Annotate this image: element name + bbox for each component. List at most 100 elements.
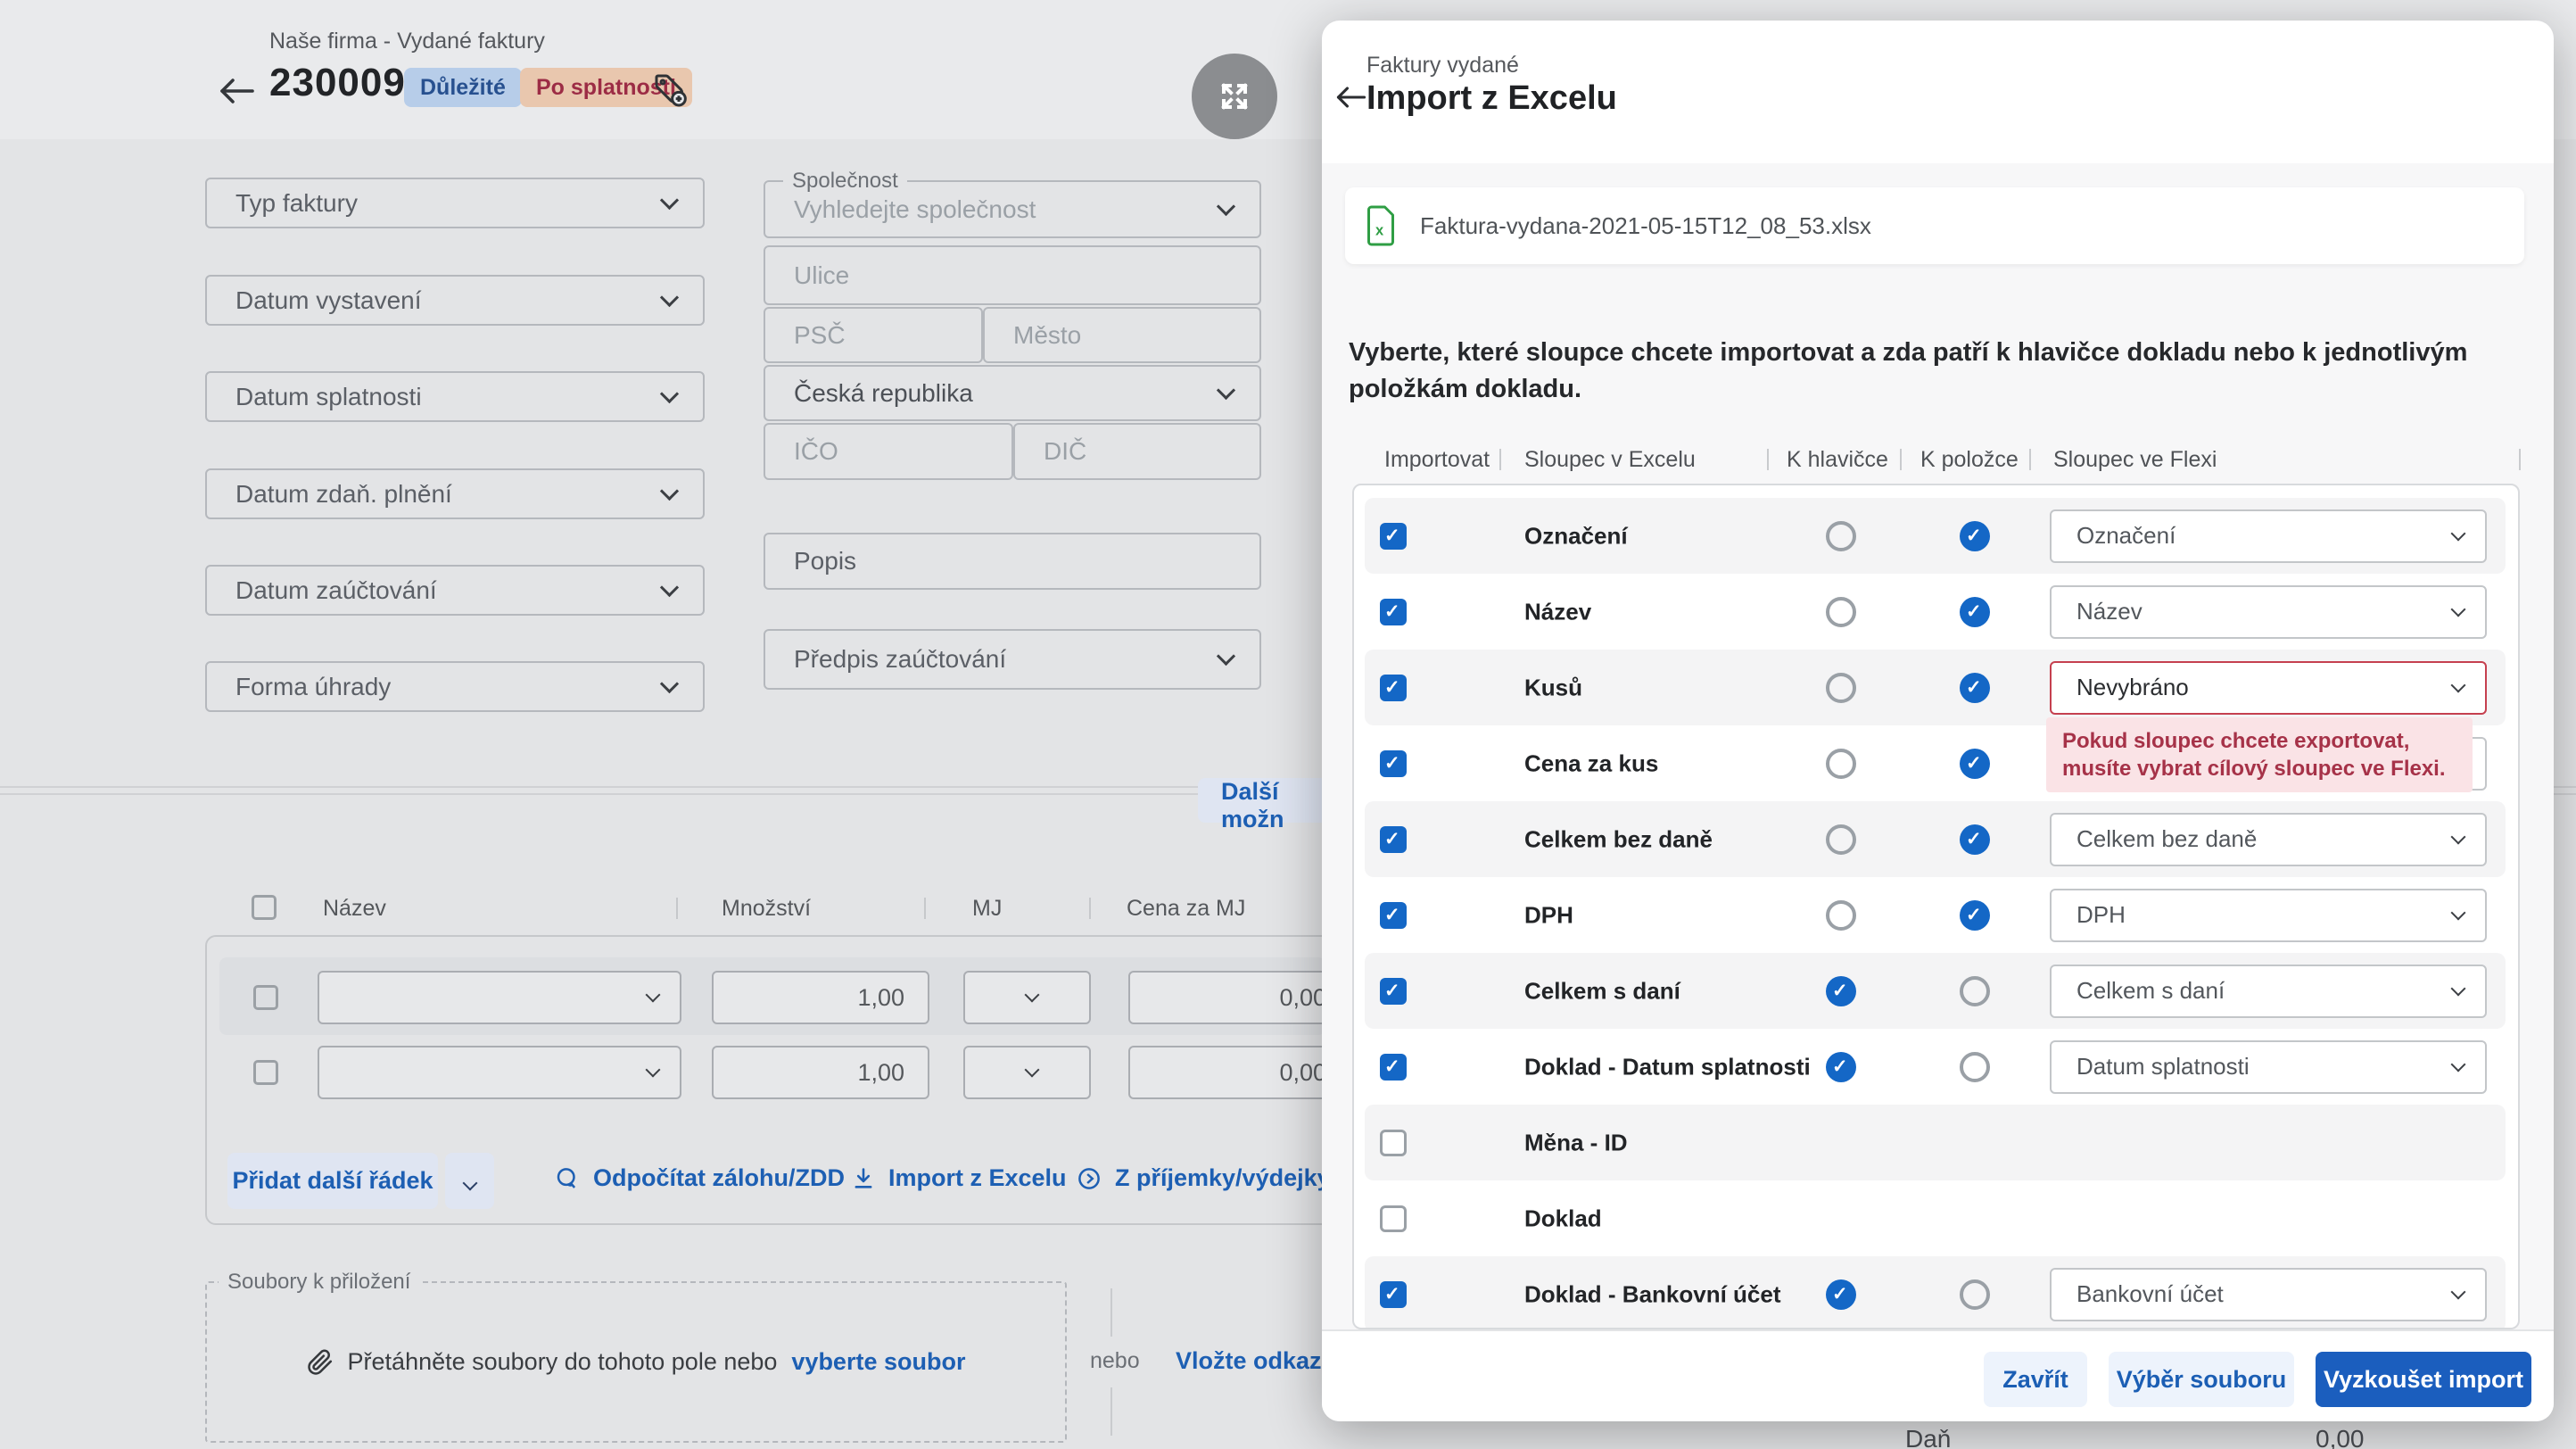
posting-rule-select[interactable]: Předpis zaúčtování [764, 629, 1261, 690]
to-item-radio[interactable] [1960, 1279, 1990, 1310]
import-checkbox[interactable] [1380, 1205, 1407, 1232]
modal-breadcrumb: Faktury vydané [1366, 53, 1519, 78]
to-item-radio[interactable] [1960, 824, 1990, 855]
chevron-down-icon [2450, 1056, 2466, 1072]
select-tax-date[interactable]: Datum zdaň. plnění [205, 468, 705, 519]
excel-column-label: Doklad - Datum splatnosti [1524, 1053, 1811, 1080]
to-header-radio[interactable] [1826, 748, 1856, 779]
mapping-row-datum-splatnosti: Doklad - Datum splatnosti Datum splatnos… [1365, 1029, 2506, 1105]
expand-icon [1213, 75, 1256, 118]
flexi-column-select[interactable]: Datum splatnosti [2050, 1039, 2487, 1094]
choose-file-button[interactable]: Výběr souboru [2109, 1352, 2294, 1407]
try-import-button[interactable]: Vyzkoušet import [2316, 1352, 2531, 1407]
import-checkbox[interactable] [1380, 1129, 1407, 1156]
to-item-radio[interactable] [1960, 975, 1990, 1006]
dic-input[interactable]: DIČ [1013, 423, 1261, 480]
flexi-column-select[interactable]: Celkem s daní [2050, 964, 2487, 1018]
column-mapping-table: Označení Označení Název Název [1352, 484, 2520, 1329]
item-quantity-input[interactable]: 1,00 [712, 971, 929, 1024]
to-header-radio[interactable] [1826, 520, 1856, 551]
select-label: Typ faktury [235, 188, 358, 217]
country-select[interactable]: Česká republika [764, 365, 1261, 421]
to-item-radio[interactable] [1960, 596, 1990, 627]
city-input[interactable]: Město [983, 307, 1261, 363]
close-button[interactable]: Zavřít [1984, 1352, 2087, 1407]
chevron-down-icon [659, 674, 680, 693]
import-checkbox[interactable] [1380, 749, 1407, 777]
item-row-checkbox[interactable] [253, 985, 278, 1010]
to-header-radio[interactable] [1826, 596, 1856, 627]
to-item-radio[interactable] [1960, 1051, 1990, 1082]
excel-column-label: Celkem bez daně [1524, 825, 1713, 852]
import-checkbox[interactable] [1380, 977, 1407, 1005]
from-receipt-link[interactable]: Z příjemky/výdejky [1076, 1164, 1331, 1192]
choose-file-link[interactable]: vyberte soubor [791, 1348, 965, 1376]
item-unit-select[interactable] [963, 971, 1091, 1024]
select-all-items-checkbox[interactable] [252, 895, 277, 920]
flexi-column-select[interactable]: Celkem bez daně [2050, 812, 2487, 866]
imp-col-excel: Sloupec v Excelu [1524, 447, 1696, 472]
flexi-column-select[interactable]: DPH [2050, 888, 2487, 942]
import-checkbox[interactable] [1380, 522, 1407, 550]
import-checkbox[interactable] [1380, 825, 1407, 853]
import-checkbox[interactable] [1380, 598, 1407, 625]
flexi-column-select[interactable]: Bankovní účet [2050, 1267, 2487, 1321]
item-name-select[interactable] [318, 1046, 681, 1099]
tag-plus-icon [651, 71, 689, 107]
expand-panel-button[interactable] [1192, 54, 1277, 139]
street-input[interactable]: Ulice [764, 245, 1261, 305]
to-header-radio[interactable] [1826, 1279, 1856, 1310]
select-payment-method[interactable]: Forma úhrady [205, 661, 705, 712]
add-row-dropdown-button[interactable] [445, 1153, 494, 1209]
deduct-deposit-link[interactable]: Odpočítat zálohu/ZDD [554, 1164, 845, 1192]
item-quantity-input[interactable]: 1,00 [712, 1046, 929, 1099]
to-header-radio[interactable] [1826, 672, 1856, 703]
add-tag-button[interactable] [651, 71, 689, 107]
paperclip-icon [307, 1349, 334, 1376]
item-price-input[interactable]: 0,00 [1128, 971, 1351, 1024]
flexi-column-select-error[interactable]: Nevybráno [2050, 660, 2487, 715]
flexi-column-select[interactable]: Označení [2050, 509, 2487, 563]
item-name-select[interactable] [318, 971, 681, 1024]
import-checkbox[interactable] [1380, 1280, 1407, 1308]
invoice-items-card: 1,00 0,00 1,00 0,00 Přidat další řádek O… [205, 935, 1351, 1225]
chevron-down-icon [659, 384, 680, 403]
ico-input[interactable]: IČO [764, 423, 1013, 480]
column-separator [676, 898, 678, 919]
more-options-button[interactable]: Další možn [1198, 778, 1341, 832]
import-excel-link[interactable]: Import z Excelu [851, 1164, 1067, 1192]
to-header-radio[interactable] [1826, 824, 1856, 855]
select-invoice-type[interactable]: Typ faktury [205, 178, 705, 228]
import-checkbox[interactable] [1380, 674, 1407, 701]
to-item-radio[interactable] [1960, 748, 1990, 779]
select-due-date[interactable]: Datum splatnosti [205, 371, 705, 422]
imp-col-flexi: Sloupec ve Flexi [2053, 447, 2217, 472]
item-row-checkbox[interactable] [253, 1060, 278, 1085]
to-header-radio[interactable] [1826, 899, 1856, 931]
import-checkbox[interactable] [1380, 901, 1407, 929]
item-price-input[interactable]: 0,00 [1128, 1046, 1351, 1099]
to-item-radio[interactable] [1960, 899, 1990, 931]
flexi-column-select[interactable]: Název [2050, 584, 2487, 639]
mapping-row-doklad: Doklad [1365, 1180, 2506, 1256]
item-unit-select[interactable] [963, 1046, 1091, 1099]
to-header-radio[interactable] [1826, 975, 1856, 1006]
chevron-down-icon [659, 287, 680, 307]
file-dropzone[interactable]: Přetáhněte soubory do tohoto pole nebo v… [205, 1281, 1067, 1443]
import-excel-modal: Faktury vydané Import z Excelu x Faktura… [1322, 21, 2554, 1421]
column-separator [2519, 449, 2521, 470]
zip-input[interactable]: PSČ [764, 307, 983, 363]
add-row-button[interactable]: Přidat další řádek [227, 1153, 438, 1209]
select-posting-date[interactable]: Datum zaúčtování [205, 565, 705, 616]
or-label: nebo [1090, 1348, 1140, 1373]
chevron-down-icon [645, 987, 661, 1003]
to-item-radio[interactable] [1960, 520, 1990, 551]
to-header-radio[interactable] [1826, 1051, 1856, 1082]
import-checkbox[interactable] [1380, 1053, 1407, 1081]
select-issue-date[interactable]: Datum vystavení [205, 275, 705, 326]
description-input[interactable]: Popis [764, 533, 1261, 590]
excel-column-label: DPH [1524, 901, 1573, 928]
page-back-button[interactable] [214, 71, 259, 111]
flexi-value: Celkem bez daně [2076, 825, 2258, 852]
to-item-radio[interactable] [1960, 672, 1990, 703]
